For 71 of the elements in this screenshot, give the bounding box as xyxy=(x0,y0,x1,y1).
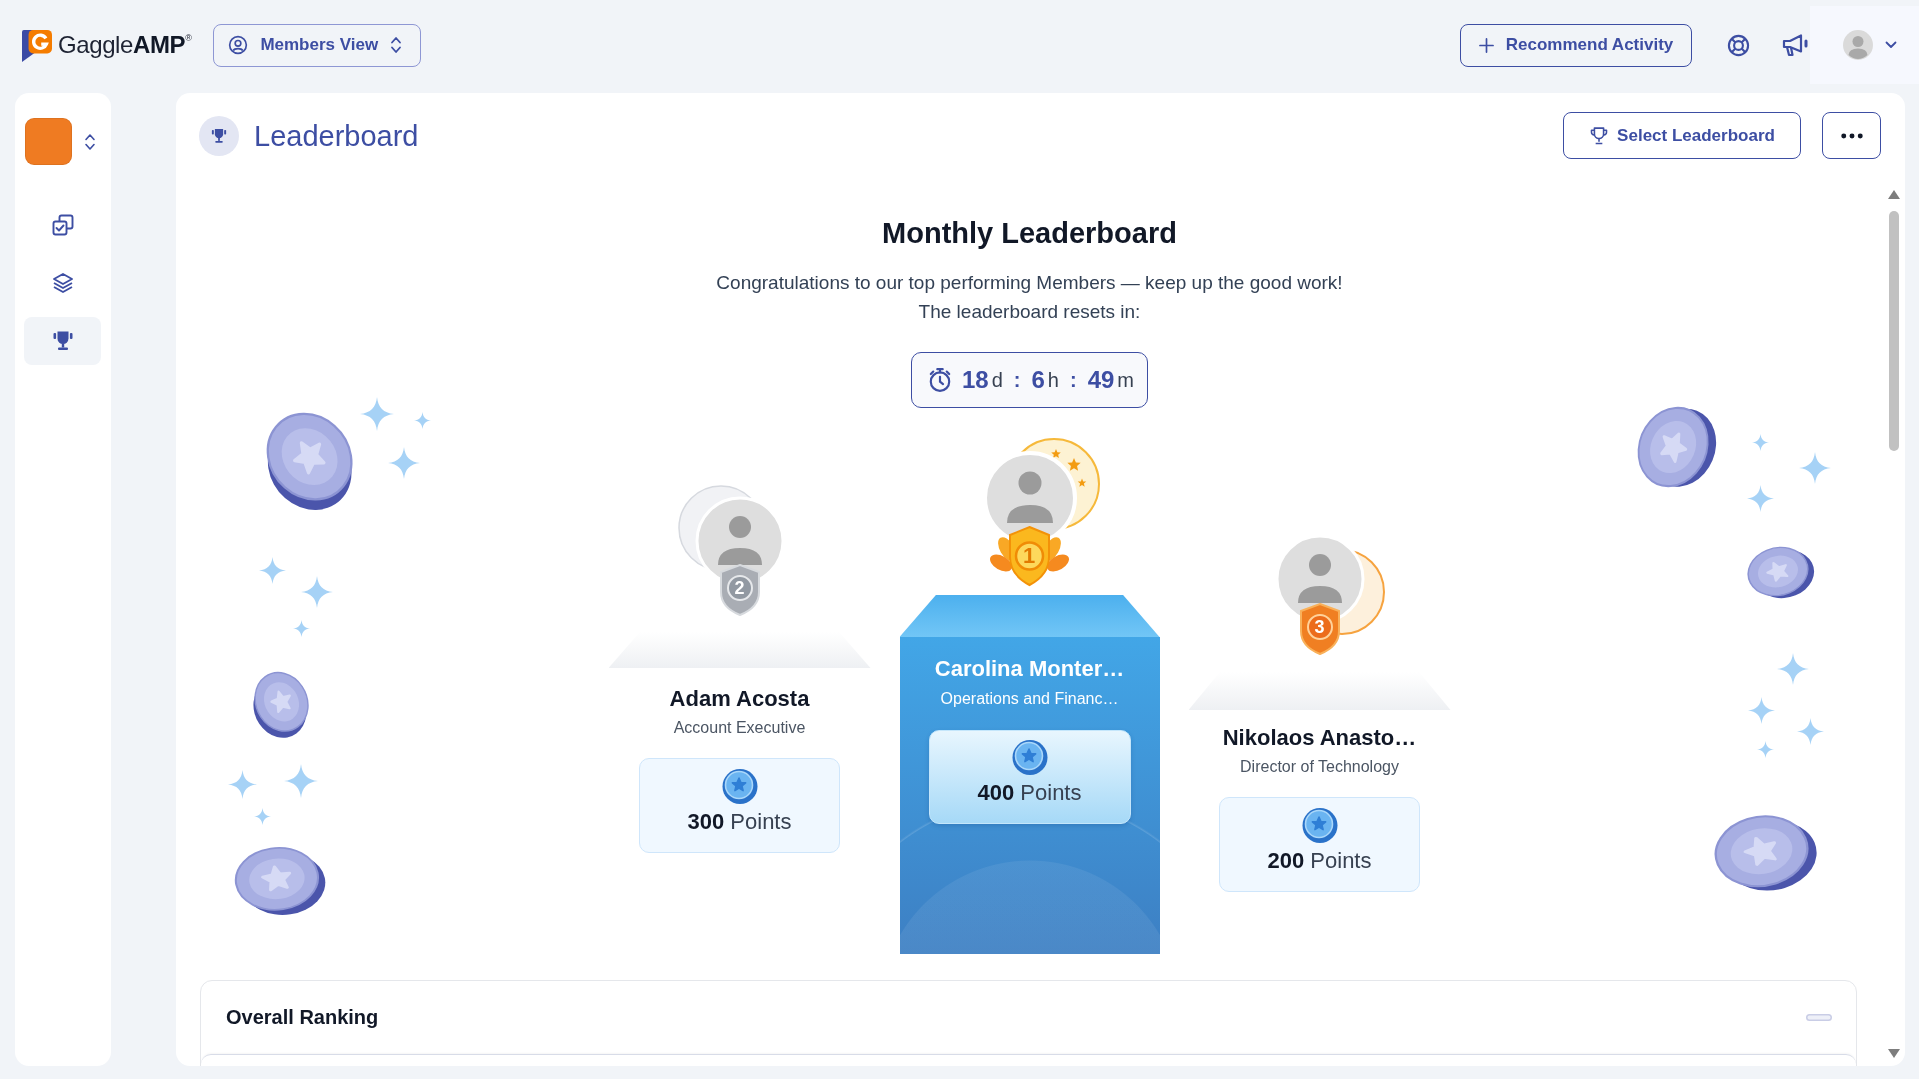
plus-icon xyxy=(1478,37,1494,53)
countdown-value: 6 xyxy=(1031,366,1045,394)
sparkle-icon xyxy=(301,576,333,608)
member-role: Account Executive xyxy=(673,718,806,738)
member-role: Operations and Financ… xyxy=(940,689,1119,709)
sparkle-icon xyxy=(1797,718,1824,745)
up-down-chevron-icon xyxy=(390,36,403,54)
countdown-value: 18 xyxy=(962,366,989,394)
workspace-switcher[interactable] xyxy=(25,118,96,165)
scroll-up-icon[interactable] xyxy=(1888,190,1900,199)
trophy-icon xyxy=(199,115,239,156)
sparkle-icon xyxy=(1752,434,1769,451)
points-value: 300 Points xyxy=(687,808,792,836)
megaphone-icon xyxy=(1782,33,1810,57)
stopwatch-icon xyxy=(927,367,953,393)
rank-badge: 1 xyxy=(988,525,1070,587)
points-value: 400 Points xyxy=(977,779,1082,807)
member-name: Carolina Monter… xyxy=(934,655,1125,683)
select-leaderboard-button[interactable]: Select Leaderboard xyxy=(1563,112,1801,159)
more-icon xyxy=(1840,132,1863,139)
congratulations-text: Congratulations to our top performing Members — keep up the good work! xyxy=(715,270,1344,295)
overall-ranking-title: Overall Ranking xyxy=(226,1006,379,1029)
leaderboard-title: Monthly Leaderboard xyxy=(881,216,1178,251)
logo-text: GaggleAMP$^{®}$ xyxy=(58,31,192,59)
sparkle-icon xyxy=(284,764,318,798)
announcements-button[interactable] xyxy=(1782,31,1810,59)
lifebuoy-icon xyxy=(1726,33,1750,57)
countdown-unit: d xyxy=(991,368,1003,392)
sparkle-icon xyxy=(1748,697,1775,724)
sparkle-icon xyxy=(254,808,271,825)
recommend-activity-button[interactable]: Recommend Activity xyxy=(1460,23,1692,67)
user-circle-icon xyxy=(228,35,249,55)
view-switcher-button[interactable]: Members View xyxy=(213,23,422,67)
sparkle-icon xyxy=(1777,653,1809,685)
sparkle-icon xyxy=(360,397,394,431)
member-role: Director of Technology xyxy=(1240,757,1399,777)
scrollbar-thumb[interactable] xyxy=(1889,211,1899,451)
sidebar-item[interactable] xyxy=(24,317,101,365)
scroll-down-icon[interactable] xyxy=(1888,1049,1900,1058)
avatar-icon xyxy=(1843,30,1873,60)
checked-copy-icon xyxy=(50,213,75,237)
sparkle-icon xyxy=(1799,452,1831,484)
up-down-chevron-icon xyxy=(84,132,96,151)
points-value: 200 Points xyxy=(1267,847,1372,875)
layers-icon xyxy=(50,271,75,295)
member-name: Adam Acosta xyxy=(669,685,810,713)
countdown-value: 49 xyxy=(1087,366,1115,394)
sparkle-icon xyxy=(228,770,257,799)
sparkle-icon xyxy=(1757,741,1774,758)
rank-badge: 3 xyxy=(1298,603,1341,655)
coin-icon xyxy=(1301,807,1338,843)
coin-icon xyxy=(1011,739,1048,775)
sparkle-icon xyxy=(414,412,431,429)
rank-badge: 2 xyxy=(718,564,761,616)
countdown-unit: m xyxy=(1117,368,1134,392)
trophy-icon xyxy=(1589,125,1610,146)
countdown-separator: : xyxy=(1013,368,1021,392)
coin-icon xyxy=(721,768,758,804)
more-options-button[interactable] xyxy=(1822,112,1881,159)
countdown-unit: h xyxy=(1047,368,1059,392)
sparkle-icon xyxy=(293,620,310,637)
countdown-separator: : xyxy=(1069,368,1077,392)
page-title: Leaderboard xyxy=(254,118,419,154)
sparkle-icon xyxy=(259,557,286,584)
sparkle-icon xyxy=(1747,485,1774,512)
logo-icon xyxy=(22,28,52,62)
sparkle-icon xyxy=(388,447,420,479)
workspace-tile-icon xyxy=(25,118,72,165)
member-name: Nikolaos Anasto… xyxy=(1222,724,1417,752)
reset-label: The leaderboard resets in: xyxy=(917,299,1142,324)
chevron-down-icon xyxy=(1885,41,1897,49)
